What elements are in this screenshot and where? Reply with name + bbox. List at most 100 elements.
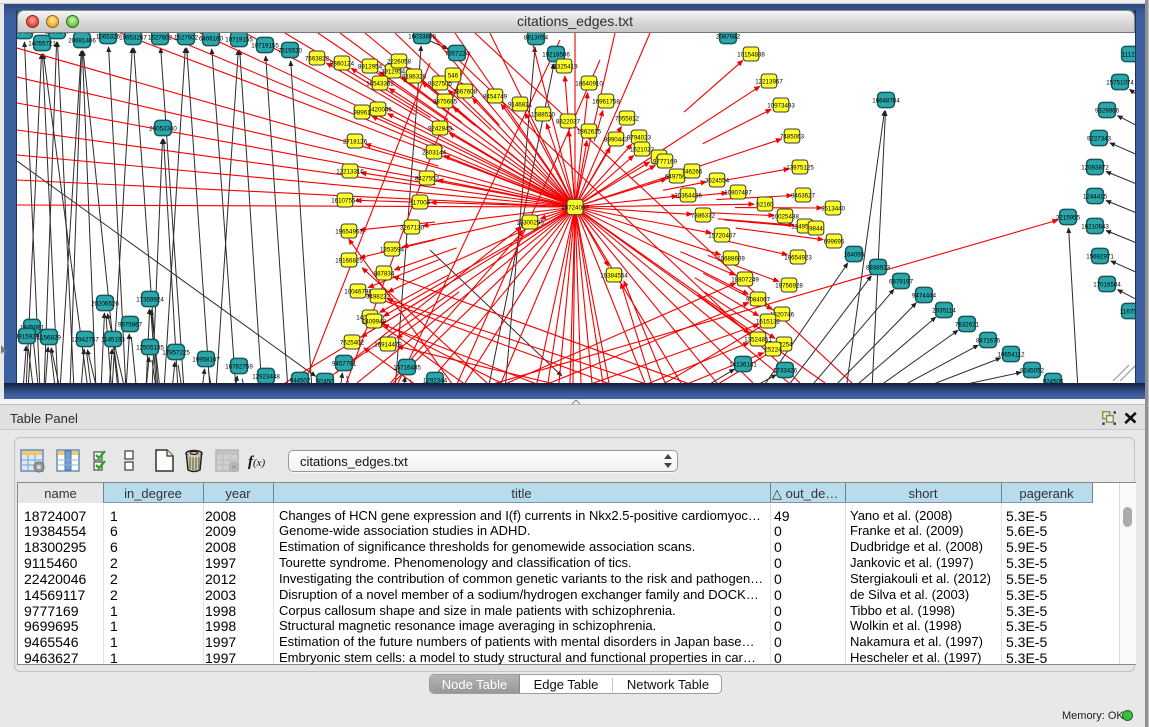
svg-text:3498222: 3498222: [366, 294, 391, 301]
svg-text:12213316: 12213316: [336, 169, 364, 176]
svg-text:9777169: 9777169: [653, 159, 678, 166]
svg-text:9146821: 9146821: [508, 102, 533, 109]
svg-text:12923448: 12923448: [252, 374, 280, 381]
svg-text:3267130: 3267130: [400, 225, 425, 232]
svg-text:16210643: 16210643: [1081, 224, 1109, 231]
svg-text:944502: 944502: [290, 378, 311, 384]
svg-text:16033809: 16033809: [408, 34, 436, 41]
svg-text:19654923: 19654923: [784, 255, 812, 262]
svg-text:9242843: 9242843: [428, 126, 453, 133]
svg-text:8813054: 8813054: [524, 35, 549, 42]
svg-text:9844: 9844: [809, 226, 823, 233]
svg-text:17359924: 17359924: [136, 297, 164, 304]
svg-text:11122: 11122: [1122, 52, 1135, 59]
svg-text:1527602: 1527602: [148, 35, 173, 42]
svg-text:9227343: 9227343: [1087, 136, 1112, 143]
svg-text:2867608: 2867608: [453, 89, 478, 96]
svg-text:1733426: 1733426: [773, 368, 798, 375]
svg-text:8471676: 8471676: [976, 338, 1001, 345]
svg-text:19654963: 19654963: [335, 229, 363, 236]
svg-text:924505: 924505: [1043, 379, 1064, 384]
svg-text:7357224: 7357224: [445, 51, 470, 58]
svg-text:7663822: 7663822: [305, 56, 330, 63]
svg-text:7955812: 7955812: [615, 116, 640, 123]
svg-text:1065326: 1065326: [96, 34, 121, 41]
svg-text:25224: 25224: [764, 347, 782, 354]
svg-text:16961758: 16961758: [592, 99, 620, 106]
svg-text:546: 546: [448, 73, 459, 80]
svg-text:12942757: 12942757: [71, 337, 99, 344]
svg-text:7515520: 7515520: [278, 48, 303, 55]
svg-text:17957225: 17957225: [162, 350, 190, 357]
svg-text:10154838: 10154838: [737, 52, 765, 59]
svg-text:3624554: 3624554: [705, 178, 730, 185]
svg-text:20206526: 20206526: [91, 301, 119, 308]
svg-text:1353594: 1353594: [380, 247, 405, 254]
svg-text:1588520: 1588520: [531, 112, 556, 119]
svg-text:1409948: 1409948: [362, 319, 387, 326]
svg-text:16648784: 16648784: [872, 98, 900, 105]
svg-text:19756928: 19756928: [775, 283, 803, 290]
svg-text:15716485: 15716485: [393, 365, 421, 372]
svg-text:10973493: 10973493: [767, 103, 795, 110]
svg-text:8990443: 8990443: [604, 137, 629, 144]
svg-text:17016504: 17016504: [1093, 282, 1121, 289]
svg-text:6466160: 6466160: [199, 36, 224, 43]
svg-text:7632621: 7632621: [955, 322, 980, 329]
svg-text:15692971: 15692971: [1086, 254, 1114, 261]
svg-text:20053340: 20053340: [149, 126, 177, 133]
svg-text:3215955: 3215955: [1056, 215, 1081, 222]
svg-text:1527602: 1527602: [174, 35, 199, 42]
svg-text:14055721: 14055721: [28, 41, 56, 48]
svg-text:9794023: 9794023: [627, 135, 652, 142]
svg-text:8454749: 8454749: [483, 94, 508, 101]
svg-text:9457791: 9457791: [332, 361, 357, 368]
svg-text:18724007: 18724007: [561, 205, 589, 212]
svg-text:9463627: 9463627: [791, 193, 816, 200]
svg-text:7485063: 7485063: [780, 134, 805, 141]
svg-text:20364436: 20364436: [674, 193, 702, 200]
svg-text:92450: 92450: [316, 379, 334, 384]
svg-text:12213967: 12213967: [755, 79, 783, 86]
svg-text:746266: 746266: [682, 169, 703, 176]
svg-text:16914479: 16914479: [374, 342, 402, 349]
svg-text:7625402: 7625402: [340, 340, 365, 347]
svg-text:16107554: 16107554: [331, 198, 359, 205]
svg-text:6879197: 6879197: [889, 279, 914, 286]
svg-text:10719155: 10719155: [251, 43, 279, 50]
svg-text:2935114: 2935114: [932, 308, 956, 315]
svg-text:18807249: 18807249: [731, 277, 759, 284]
svg-text:164095: 164095: [844, 252, 865, 259]
svg-text:9474444: 9474444: [912, 293, 937, 300]
svg-text:62160: 62160: [756, 202, 774, 209]
svg-text:15720407: 15720407: [708, 233, 736, 240]
svg-text:(x): (x): [253, 457, 266, 469]
svg-text:10807487: 10807487: [724, 190, 752, 197]
svg-text:16543362: 16543362: [366, 81, 394, 88]
svg-text:19218506: 19218506: [542, 52, 570, 59]
svg-text:1145193: 1145193: [101, 337, 125, 344]
svg-text:18640910: 18640910: [575, 81, 603, 88]
svg-text:10688609: 10688609: [717, 256, 745, 263]
svg-text:2087682: 2087682: [716, 34, 741, 41]
svg-text:116753: 116753: [1120, 309, 1135, 316]
svg-text:14136141: 14136141: [729, 362, 757, 369]
svg-text:10654112: 10654112: [997, 352, 1025, 359]
svg-text:18300295: 18300295: [516, 220, 544, 227]
svg-text:887834: 887834: [374, 271, 395, 278]
svg-text:9084067: 9084067: [746, 297, 771, 304]
svg-text:2803144: 2803144: [422, 150, 447, 157]
svg-text:1244415: 1244415: [1083, 194, 1108, 201]
svg-text:8938923: 8938923: [866, 265, 891, 272]
svg-text:117004: 117004: [410, 200, 431, 207]
svg-text:8427552: 8427552: [415, 176, 440, 183]
svg-text:1615132: 1615132: [756, 319, 781, 326]
svg-text:8186328: 8186328: [402, 74, 427, 81]
svg-text:11325419: 11325419: [550, 64, 578, 71]
svg-text:8322037: 8322037: [556, 119, 581, 126]
svg-text:699695: 699695: [824, 239, 845, 246]
svg-text:8860124: 8860124: [330, 61, 355, 68]
svg-text:1362615: 1362615: [577, 129, 602, 136]
svg-text:2718126: 2718126: [343, 139, 368, 146]
svg-text:12093872: 12093872: [1081, 165, 1109, 172]
